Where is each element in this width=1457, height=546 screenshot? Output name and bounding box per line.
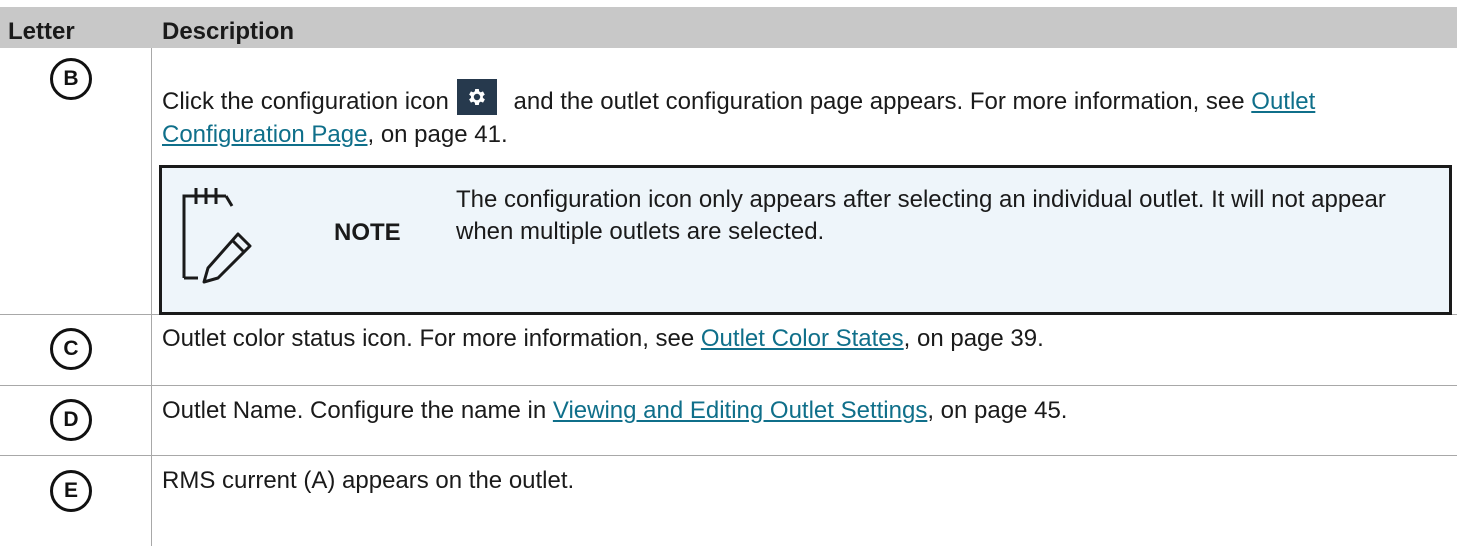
letter-badge-b: B [50, 58, 92, 100]
note-box: NOTE The configuration icon only appears… [159, 165, 1452, 315]
row-d-description: Outlet Name. Configure the name in Viewi… [162, 397, 1068, 424]
note-label: NOTE [334, 219, 401, 246]
table-row-e: E RMS current (A) appears on the outlet. [0, 456, 1457, 546]
header-description: Description [162, 18, 295, 45]
table-row-b: B Click the configuration icon and the o… [0, 48, 1457, 315]
row-b-description: Click the configuration icon and the out… [162, 79, 1442, 151]
note-text: The configuration icon only appears afte… [456, 186, 1386, 245]
row-e-description: RMS current (A) appears on the outlet. [162, 467, 575, 494]
notepad-pencil-icon [174, 178, 254, 303]
letter-badge-c: C [50, 328, 92, 370]
letter-badge-e: E [50, 470, 92, 512]
row-c-description: Outlet color status icon. For more infor… [162, 325, 1044, 352]
table-row-c: C Outlet color status icon. For more inf… [0, 315, 1457, 386]
gear-icon [456, 79, 497, 115]
description-table: Letter Description B Click the configura… [0, 7, 1457, 546]
link-outlet-color-states[interactable]: Outlet Color States [701, 325, 904, 352]
table-header: Letter Description [0, 7, 1457, 48]
letter-badge-d: D [50, 399, 92, 441]
table-row-d: D Outlet Name. Configure the name in Vie… [0, 386, 1457, 456]
link-viewing-editing-outlet-settings[interactable]: Viewing and Editing Outlet Settings [553, 397, 927, 424]
header-letter: Letter [8, 18, 75, 45]
